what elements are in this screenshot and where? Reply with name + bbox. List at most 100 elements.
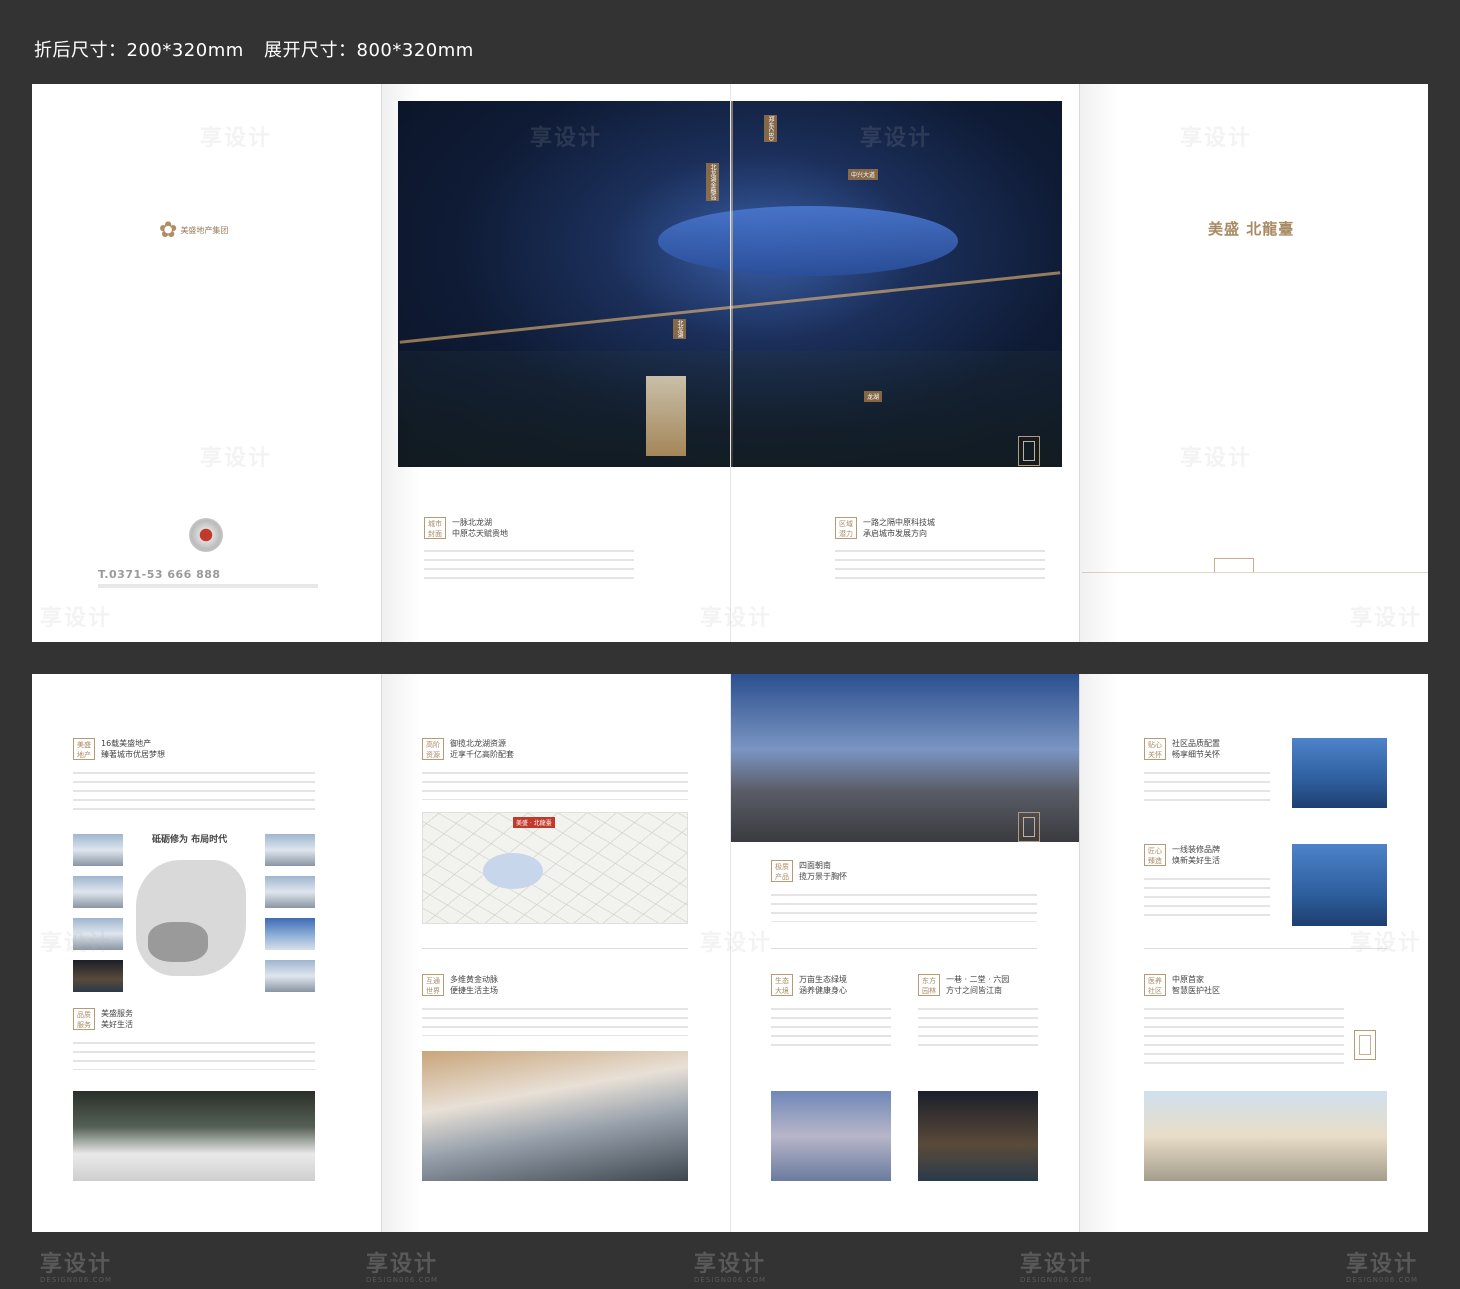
section-divider [1144,948,1387,949]
tag-ecology: 生态 大境 万亩生态绿境 涵养健康身心 [771,974,847,996]
group-logo-text: 美盛地产集团 [180,226,229,235]
tag-title-line-1: 社区品质配置 [1172,739,1220,748]
lake-dusk-image [771,1091,891,1181]
project-thumb [265,918,315,950]
tag-title-line-2: 揽万景于胸怀 [799,872,847,881]
body-copy-block [1144,878,1270,922]
project-thumb [73,876,123,908]
body-copy-block [918,1008,1038,1052]
tag-title-line-1: 万亩生态绿境 [799,975,847,984]
tag-product: 极质 产品 四面朝南揽万景于胸怀 [771,860,847,882]
body-copy-block [1144,1008,1344,1070]
project-thumb [73,918,123,950]
project-thumb [265,834,315,866]
label-longhu: 龙湖 [864,391,883,402]
fold-line [730,674,731,1232]
bottom-watermark: 享设计 DESIGN006.COM [1346,1252,1419,1284]
tag-title-line-2: 方寸之间皆江南 [946,986,1002,995]
project-thumb [265,876,315,908]
lake-shape [658,206,958,276]
tag-title-line-2: 焕新美好生活 [1172,856,1220,865]
body-copy-block [424,550,634,586]
seal-icon [1354,1030,1376,1060]
location-map-image: 美盛 · 北龍臺 [422,812,688,924]
tag-mark: 匠心 臻造 [1144,844,1166,866]
body-copy-block [422,772,688,800]
brochure-outer-sheet: ✿ 美盛地产集团 T.0371-53 666 888 郑东CBD 北龙湖金融岛 … [32,84,1428,642]
tag-title-line-1: 一路之隔中原科技城 [863,518,935,527]
bottom-watermark: 享设计 DESIGN006.COM [366,1252,439,1284]
tag-title-line-2: 臻著城市优居梦想 [101,750,165,759]
seal-icon [1018,812,1040,842]
tag-title-line-1: 多维黄金动脉 [450,975,498,984]
label-zhongxing-avenue: 中兴大道 [848,169,879,180]
body-copy-block [73,772,315,816]
tag-developer: 美盛 地产 16载美盛地产臻著城市优居梦想 [73,738,165,760]
page-header: 折后尺寸：200*320mm 展开尺寸：800*320mm [34,36,474,62]
body-copy-block [771,1008,891,1052]
flower-logo-icon: ✿ [159,218,178,243]
body-copy-block [422,1008,688,1036]
tag-decoration: 匠心 臻造 一线装修品牌 焕新美好生活 [1144,844,1220,866]
project-thumb [73,834,123,866]
bottom-watermark: 享设计 DESIGN006.COM [1020,1252,1093,1284]
address-line [98,584,318,588]
map-lake [483,853,543,889]
unfolded-size-label: 展开尺寸：800*320mm [264,40,474,61]
tag-title-line-2: 中原芯天赋贵地 [452,529,508,538]
tag-mark: 品质 服务 [73,1008,95,1030]
tag-resources: 高阶 资源 御揽北龙湖资源 近享千亿高阶配套 [422,738,514,760]
label-financial-island: 北龙湖金融岛 [706,163,719,201]
group-logo: ✿ 美盛地产集团 [159,218,228,243]
tag-title-line-2: 美好生活 [101,1020,133,1029]
tag-mark: 区域 潜力 [835,517,857,539]
tag-mark: 互通 世界 [422,974,444,996]
tag-title-line-1: 16载美盛地产 [101,739,152,748]
tag-transport: 互通 世界 多维黄金动脉 便捷生活主场 [422,974,498,996]
bottom-watermark: 享设计 DESIGN006.COM [694,1252,767,1284]
project-logo: 美盛 北龍臺 [1208,220,1295,238]
body-copy-block [835,550,1045,586]
tag-title-line-1: 中原首家 [1172,975,1204,984]
lake-view-image [1292,738,1387,808]
body-copy-block [73,1042,315,1070]
ground-line [1082,572,1428,573]
high-speed-train-image [422,1051,688,1181]
tag-mark: 医养 社区 [1144,974,1166,996]
seal-icon [1018,436,1040,466]
body-copy-block [771,894,1037,922]
garden-night-image [918,1091,1038,1181]
tag-mark: 美盛 地产 [73,738,95,760]
tag-garden: 东方 园林 一巷 · 二堂 · 六园 方寸之间皆江南 [918,974,1009,996]
tag-service: 品质 服务 美盛服务美好生活 [73,1008,133,1030]
bottom-watermark: 享设计 DESIGN006.COM [40,1252,113,1284]
tag-title-line-1: 美盛服务 [101,1009,133,1018]
section-divider [771,948,1037,949]
project-thumb [73,960,123,992]
tag-mark: 极质 产品 [771,860,793,882]
service-staff-image [73,1091,315,1181]
tag-title-line-1: 一脉北龙湖 [452,518,492,527]
fold-shadow [381,84,421,642]
tag-title-line-2: 畅享细节关怀 [1172,750,1220,759]
fold-shadow [1079,84,1119,642]
project-site-highlight [646,376,686,456]
tag-community: 贴心 关怀 社区品质配置 畅享细节关怀 [1144,738,1220,760]
label-beilonghu: 北龙湖 [673,319,686,339]
section-divider [422,948,688,949]
map-project-label: 美盛 · 北龍臺 [513,817,555,828]
tag-mark: 城市 封面 [424,517,446,539]
tag-title-line-1: 四面朝南 [799,861,831,870]
body-copy-block [1144,772,1270,806]
tag-medical: 医养 社区 中原首家智慧医护社区 [1144,974,1220,996]
fold-line [730,84,731,642]
pavilion-icon [1214,558,1254,572]
folded-size-label: 折后尺寸：200*320mm [34,40,244,61]
tag-title-line-2: 近享千亿高阶配套 [450,750,514,759]
project-thumb [265,960,315,992]
lake-view-image-2 [1292,844,1387,926]
brochure-inner-sheet: 美盛 地产 16载美盛地产 臻著城市优居梦想 砥砺修为 布局时代 品质 服务 美盛服务… [32,674,1428,1232]
tag-title-line-2: 承启城市发展方向 [863,529,927,538]
tag-title-line-2: 智慧医护社区 [1172,986,1220,995]
tag-title-line-2: 涵养健康身心 [799,986,847,995]
